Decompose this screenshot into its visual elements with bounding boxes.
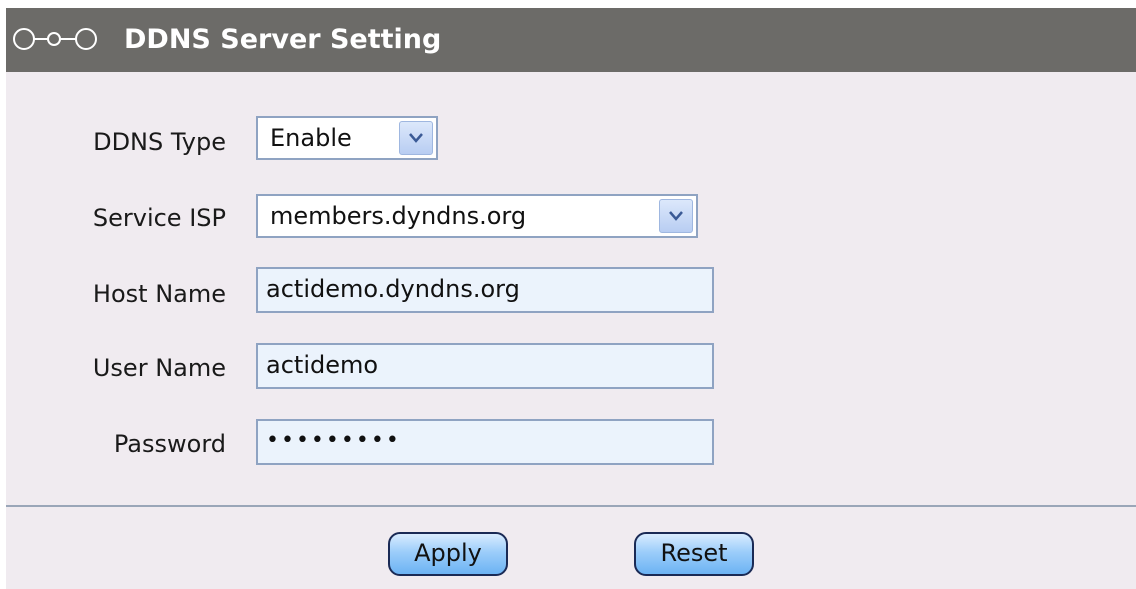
host-name-input[interactable]: actidemo.dyndns.org [256,267,714,313]
host-name-label: Host Name [92,280,226,308]
user-name-label: User Name [92,354,226,382]
chain-link-icon [10,26,102,54]
service-isp-select[interactable]: members.dyndns.org [256,194,698,238]
password-input[interactable]: ••••••••• [256,419,714,465]
password-label: Password [113,430,226,458]
chevron-down-icon[interactable] [399,121,433,155]
chevron-down-icon[interactable] [659,199,693,233]
ddns-type-label: DDNS Type [93,128,226,156]
divider [6,505,1136,507]
service-isp-label: Service ISP [92,204,226,232]
title-bar: DDNS Server Setting [6,8,1136,72]
ddns-settings-panel: DDNS Server Setting DDNS Type Enable Ser… [6,8,1136,589]
reset-button[interactable]: Reset [634,532,754,576]
page-title: DDNS Server Setting [124,24,442,55]
ddns-type-value: Enable [270,124,352,152]
apply-button[interactable]: Apply [388,532,508,576]
ddns-type-select[interactable]: Enable [256,116,438,160]
service-isp-value: members.dyndns.org [270,202,527,230]
user-name-input[interactable]: actidemo [256,343,714,389]
